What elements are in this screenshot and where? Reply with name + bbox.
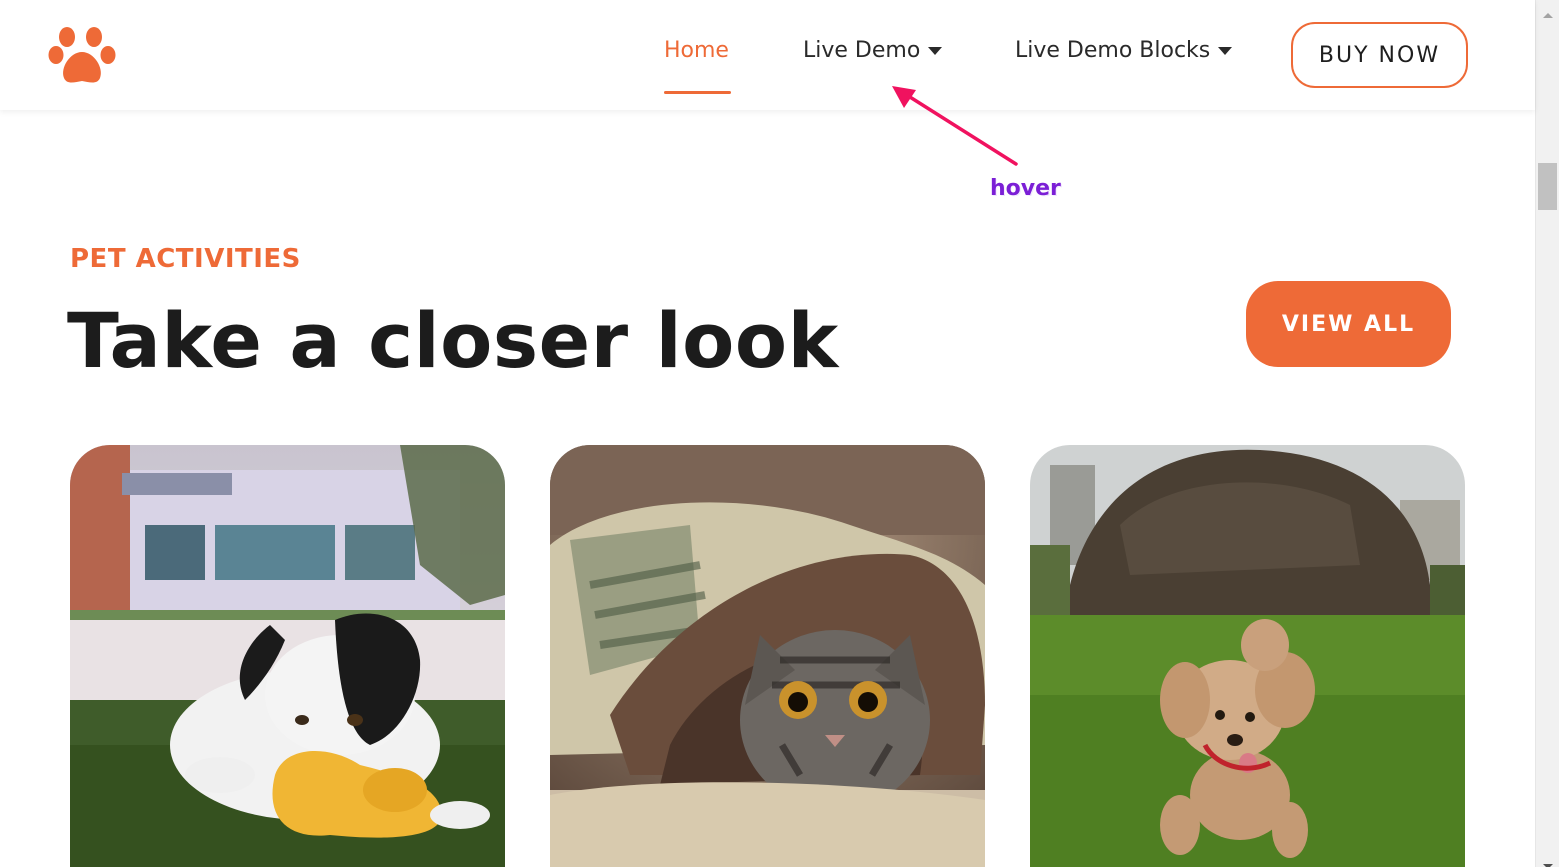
scrollbar-thumb[interactable] [1538,163,1557,210]
scrollbar[interactable] [1535,0,1559,867]
dog-with-toy-image[interactable] [70,445,505,867]
page: Home Live Demo Live Demo Blocks BUY NOW … [0,0,1535,867]
nav-live-demo[interactable]: Live Demo [803,38,943,64]
nav-live-demo-label: Live Demo [803,38,921,63]
nav-live-demo-blocks[interactable]: Live Demo Blocks [1015,38,1233,64]
scroll-up-icon[interactable] [1543,4,1553,23]
buy-now-button[interactable]: BUY NOW [1291,22,1468,88]
scroll-down-icon[interactable] [1543,855,1553,867]
paw-icon[interactable] [48,24,118,88]
nav-live-demo-blocks-label: Live Demo Blocks [1015,38,1211,63]
cat-under-blanket-image[interactable] [550,445,985,867]
arrow-icon [880,80,1030,180]
view-all-button[interactable]: VIEW ALL [1246,281,1451,367]
nav-home[interactable]: Home [664,38,729,63]
section-eyebrow: PET ACTIVITIES [70,244,301,274]
nav-active-underline [664,91,731,94]
caret-down-icon [927,37,943,62]
section-title: Take a closer look [67,296,839,385]
running-puppy-image[interactable] [1030,445,1465,867]
hover-annotation: hover [990,176,1061,201]
site-header: Home Live Demo Live Demo Blocks BUY NOW [0,0,1535,110]
caret-down-icon [1217,37,1233,62]
